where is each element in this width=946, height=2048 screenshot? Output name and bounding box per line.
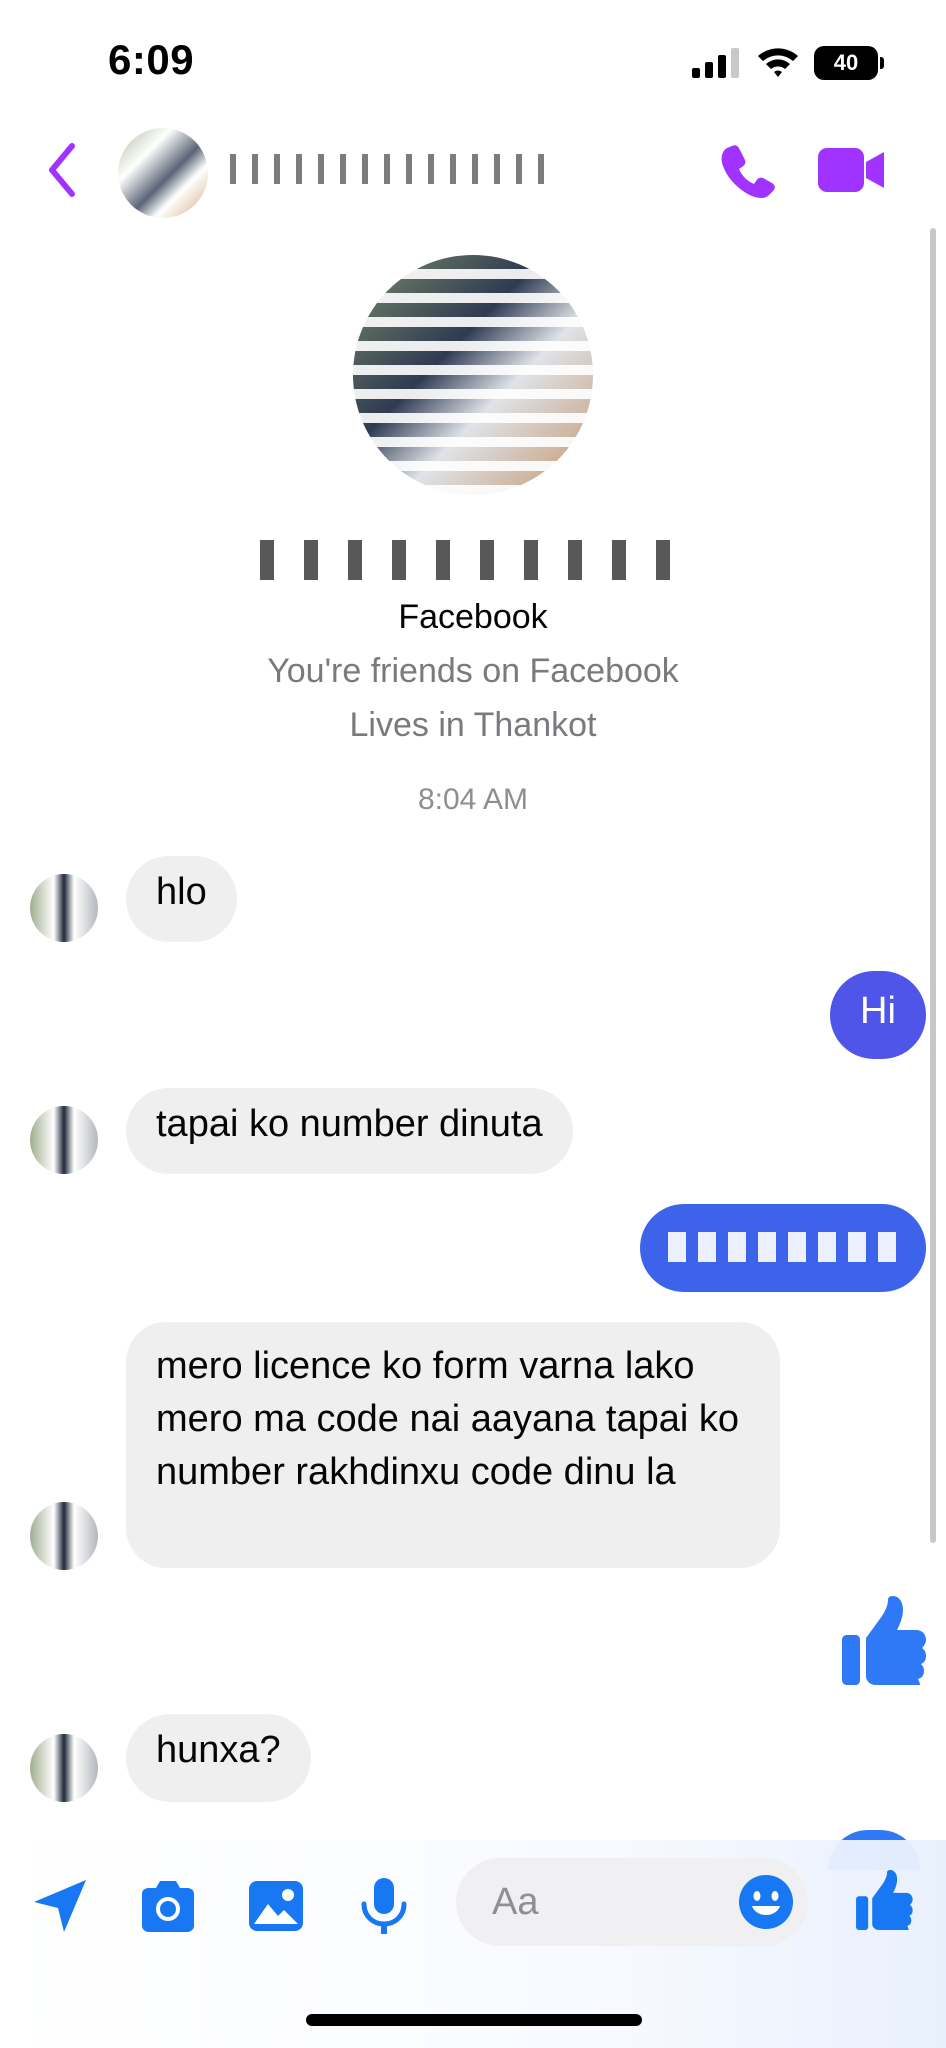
sender-avatar[interactable] bbox=[30, 874, 98, 942]
cellular-signal-icon bbox=[692, 48, 739, 78]
scrollbar[interactable] bbox=[930, 228, 936, 1543]
wifi-icon bbox=[758, 48, 798, 77]
phone-call-icon[interactable] bbox=[718, 142, 776, 200]
battery-icon: 40 bbox=[814, 46, 884, 80]
outgoing-message-redacted[interactable] bbox=[640, 1204, 926, 1292]
message-timestamp: 8:04 AM bbox=[417, 783, 529, 816]
status-time: 6:09 bbox=[108, 36, 195, 83]
incoming-message[interactable]: hlo bbox=[126, 856, 237, 942]
microphone-icon[interactable] bbox=[354, 1876, 414, 1936]
emoji-icon[interactable] bbox=[738, 1874, 794, 1930]
incoming-message[interactable]: tapai ko number dinuta bbox=[126, 1088, 573, 1174]
profile-location: Lives in Thankot bbox=[349, 706, 597, 744]
sender-avatar[interactable] bbox=[30, 1106, 98, 1174]
thumbs-up-icon[interactable] bbox=[852, 1870, 914, 1932]
contact-avatar[interactable] bbox=[118, 128, 208, 218]
profile-platform: Facebook bbox=[398, 598, 548, 636]
video-call-icon[interactable] bbox=[818, 144, 886, 196]
conversation-header bbox=[0, 118, 946, 224]
incoming-message[interactable]: hunxa? bbox=[126, 1714, 311, 1802]
profile-friends-status: You're friends on Facebook bbox=[267, 652, 679, 690]
sender-avatar[interactable] bbox=[30, 1502, 98, 1570]
back-button[interactable] bbox=[42, 140, 82, 200]
battery-level: 40 bbox=[814, 46, 878, 80]
home-indicator[interactable] bbox=[306, 2014, 642, 2026]
gallery-icon[interactable] bbox=[246, 1876, 306, 1936]
message-input[interactable] bbox=[492, 1880, 722, 1924]
profile-name-redacted bbox=[260, 540, 690, 580]
send-location-icon[interactable] bbox=[30, 1876, 90, 1936]
status-bar: 6:09 40 bbox=[0, 0, 946, 120]
profile-avatar[interactable] bbox=[353, 255, 593, 495]
outgoing-message[interactable]: Hi bbox=[830, 971, 926, 1059]
camera-icon[interactable] bbox=[138, 1876, 198, 1936]
contact-name-redacted[interactable] bbox=[230, 154, 550, 184]
incoming-message[interactable]: mero licence ko form varna lako mero ma … bbox=[126, 1322, 780, 1568]
sender-avatar[interactable] bbox=[30, 1734, 98, 1802]
thumbs-up-icon[interactable] bbox=[836, 1596, 928, 1688]
